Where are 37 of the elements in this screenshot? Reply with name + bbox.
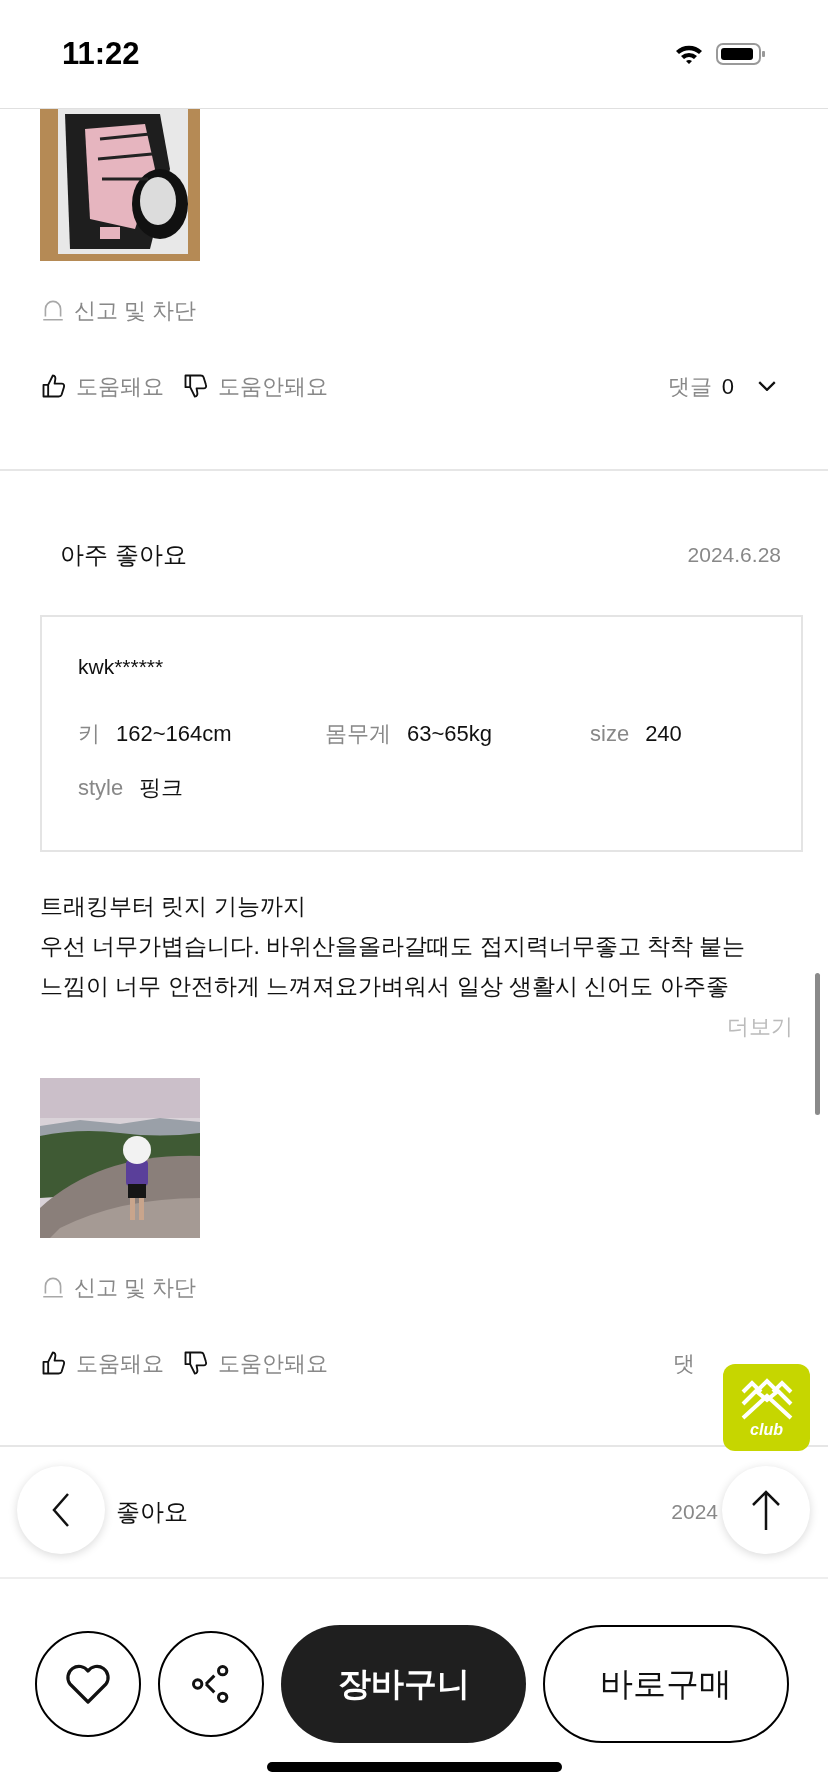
review-text: 트래킹부터 릿지 기능까지 우선 너무가볍습니다. 바위산을올라갈때도 접지력너무좋고 착착 붙는 느낌이 너무 안전하게 느껴져요가벼워서 일상 생활시 신어도 아주좋 <box>40 892 747 1001</box>
reviewer-id: kwk****** <box>78 654 165 679</box>
wishlist-button[interactable] <box>35 1631 141 1737</box>
share-button[interactable] <box>158 1631 264 1737</box>
review-date: 2024.6.28 <box>687 542 781 569</box>
thumbs-down-icon <box>182 1349 210 1377</box>
chevron-down-icon <box>758 381 776 391</box>
spec-value: 63~65kg <box>407 719 493 748</box>
more-link[interactable]: 더보기 <box>727 1006 793 1046</box>
spec-label: style <box>78 773 124 802</box>
cart-button[interactable]: 장바구니 <box>281 1625 526 1743</box>
not-helpful-button[interactable]: 도움안돼요 <box>182 369 328 403</box>
helpful-button[interactable]: 도움돼요 <box>40 1346 164 1380</box>
review-title: 아주 좋아요 <box>60 540 187 570</box>
heart-icon <box>64 1662 112 1706</box>
battery-icon <box>716 42 766 66</box>
share-icon <box>191 1664 231 1704</box>
thumbs-up-icon <box>40 372 68 400</box>
thumbs-down-icon <box>182 372 210 400</box>
spec-value: 162~164cm <box>116 719 232 748</box>
buy-now-button[interactable]: 바로구매 <box>543 1625 789 1743</box>
thumbs-up-icon <box>40 1349 68 1377</box>
spec-value: 240 <box>645 719 682 748</box>
scroll-to-top-button[interactable] <box>722 1466 810 1554</box>
status-time: 11:22 <box>62 34 140 73</box>
spec-label: 키 <box>78 719 100 748</box>
spec-value: 핑크 <box>139 773 184 802</box>
comments-toggle[interactable]: 댓 <box>673 1346 695 1380</box>
review-date: 2024 <box>671 1499 718 1526</box>
spec-label: 몸무게 <box>325 719 391 748</box>
report-block-link[interactable]: 신고 및 차단 <box>74 1270 197 1304</box>
helpful-button[interactable]: 도움돼요 <box>40 369 164 403</box>
comments-toggle[interactable]: 댓글 0 <box>667 369 776 403</box>
report-block-link[interactable]: 신고 및 차단 <box>74 293 197 327</box>
not-helpful-button[interactable]: 도움안돼요 <box>182 1346 328 1380</box>
review-title: 좋아요 <box>116 1497 188 1527</box>
spec-label: size <box>590 719 630 748</box>
